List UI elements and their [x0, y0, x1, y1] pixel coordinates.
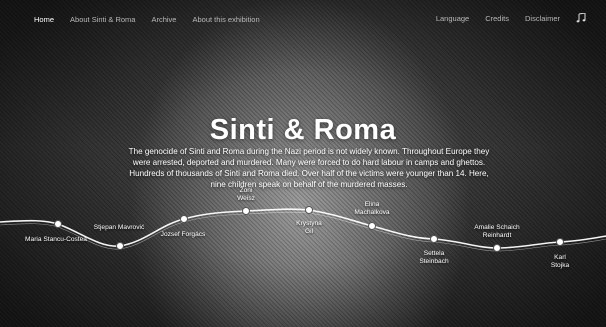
timeline-node-4[interactable]: [242, 207, 250, 215]
timeline-node-1[interactable]: [54, 220, 62, 228]
timeline-node-7[interactable]: [430, 235, 438, 243]
timeline-node-2[interactable]: [116, 242, 124, 250]
timeline-node-5[interactable]: [305, 206, 313, 214]
timeline-node-9[interactable]: [556, 238, 564, 246]
timeline-label-4[interactable]: Zoni Weisz: [232, 187, 260, 202]
timeline-label-7[interactable]: Settela Steinbach: [416, 250, 452, 265]
timeline-label-3[interactable]: Jozsef Forgács: [161, 231, 206, 239]
children-timeline: Maria Stancu-Costea Stjepan Mavrović Joz…: [0, 0, 606, 327]
timeline-label-5[interactable]: Krystyna Gil: [294, 220, 324, 235]
timeline-curve: [0, 208, 606, 252]
timeline-label-9[interactable]: Karl Stojka: [547, 254, 573, 269]
timeline-label-6[interactable]: Elina Machalkova: [350, 201, 394, 216]
timeline-label-2[interactable]: Stjepan Mavrović: [94, 224, 145, 232]
timeline-node-6[interactable]: [368, 222, 376, 230]
timeline-node-3[interactable]: [180, 215, 188, 223]
timeline-label-8[interactable]: Amalie Schaich Reinhardt: [462, 224, 532, 239]
timeline-label-1[interactable]: Maria Stancu-Costea: [25, 236, 87, 244]
hero-background: Home About Sinti & Roma Archive About th…: [0, 0, 606, 327]
timeline-node-8[interactable]: [493, 244, 501, 252]
